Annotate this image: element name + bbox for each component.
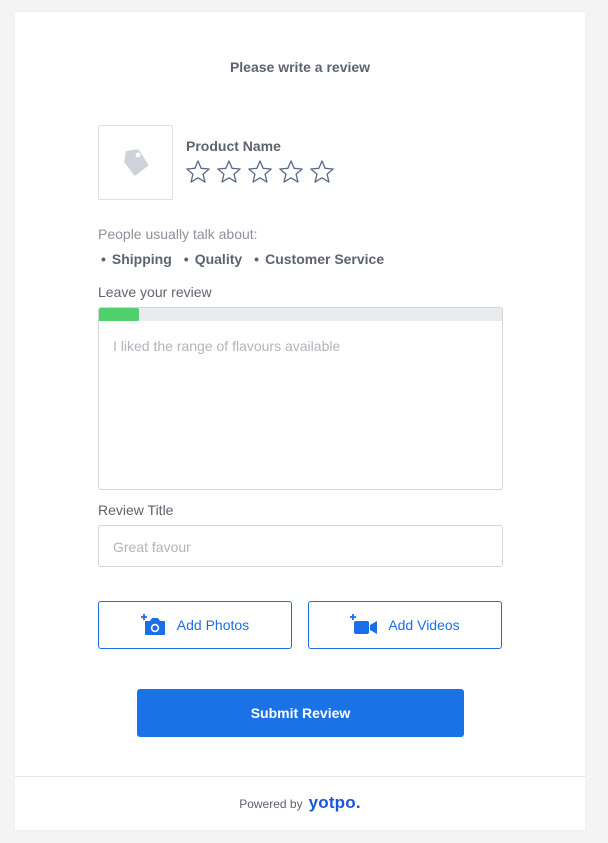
star-icon[interactable] xyxy=(309,159,335,185)
topic-list: Shipping Quality Customer Service xyxy=(101,251,384,267)
submit-review-button[interactable]: Submit Review xyxy=(137,689,464,737)
review-title-input[interactable]: Great favour xyxy=(98,525,503,567)
video-plus-icon xyxy=(350,614,378,634)
star-rating[interactable] xyxy=(185,159,335,185)
review-placeholder: I liked the range of flavours available xyxy=(113,338,341,354)
powered-by-text: Powered by xyxy=(239,797,303,811)
talk-about-label: People usually talk about: xyxy=(98,226,258,242)
review-progress-bar xyxy=(99,308,502,321)
footer-divider xyxy=(15,776,585,777)
review-textarea[interactable]: I liked the range of flavours available xyxy=(98,307,503,490)
add-photos-label: Add Photos xyxy=(176,617,250,633)
star-icon[interactable] xyxy=(278,159,304,185)
review-label: Leave your review xyxy=(98,284,212,300)
review-title-label: Review Title xyxy=(98,502,174,518)
star-icon[interactable] xyxy=(247,159,273,185)
yotpo-logo[interactable]: yotpo. xyxy=(309,793,361,813)
product-name: Product Name xyxy=(186,138,281,154)
camera-plus-icon xyxy=(140,614,165,635)
review-card: Please write a review Product Name Peopl… xyxy=(15,12,585,830)
product-thumbnail xyxy=(98,125,173,200)
footer: Powered by yotpo. xyxy=(15,793,585,813)
review-progress-fill xyxy=(99,308,140,321)
topic-shipping[interactable]: Shipping xyxy=(101,251,172,267)
review-title-placeholder: Great favour xyxy=(113,539,191,555)
topic-quality[interactable]: Quality xyxy=(184,251,242,267)
tag-icon xyxy=(123,148,149,176)
star-icon[interactable] xyxy=(185,159,211,185)
add-photos-button[interactable]: Add Photos xyxy=(98,601,292,649)
topic-customer-service[interactable]: Customer Service xyxy=(254,251,384,267)
add-videos-label: Add Videos xyxy=(388,617,460,633)
star-icon[interactable] xyxy=(216,159,242,185)
add-videos-button[interactable]: Add Videos xyxy=(308,601,502,649)
form-title: Please write a review xyxy=(229,59,371,75)
